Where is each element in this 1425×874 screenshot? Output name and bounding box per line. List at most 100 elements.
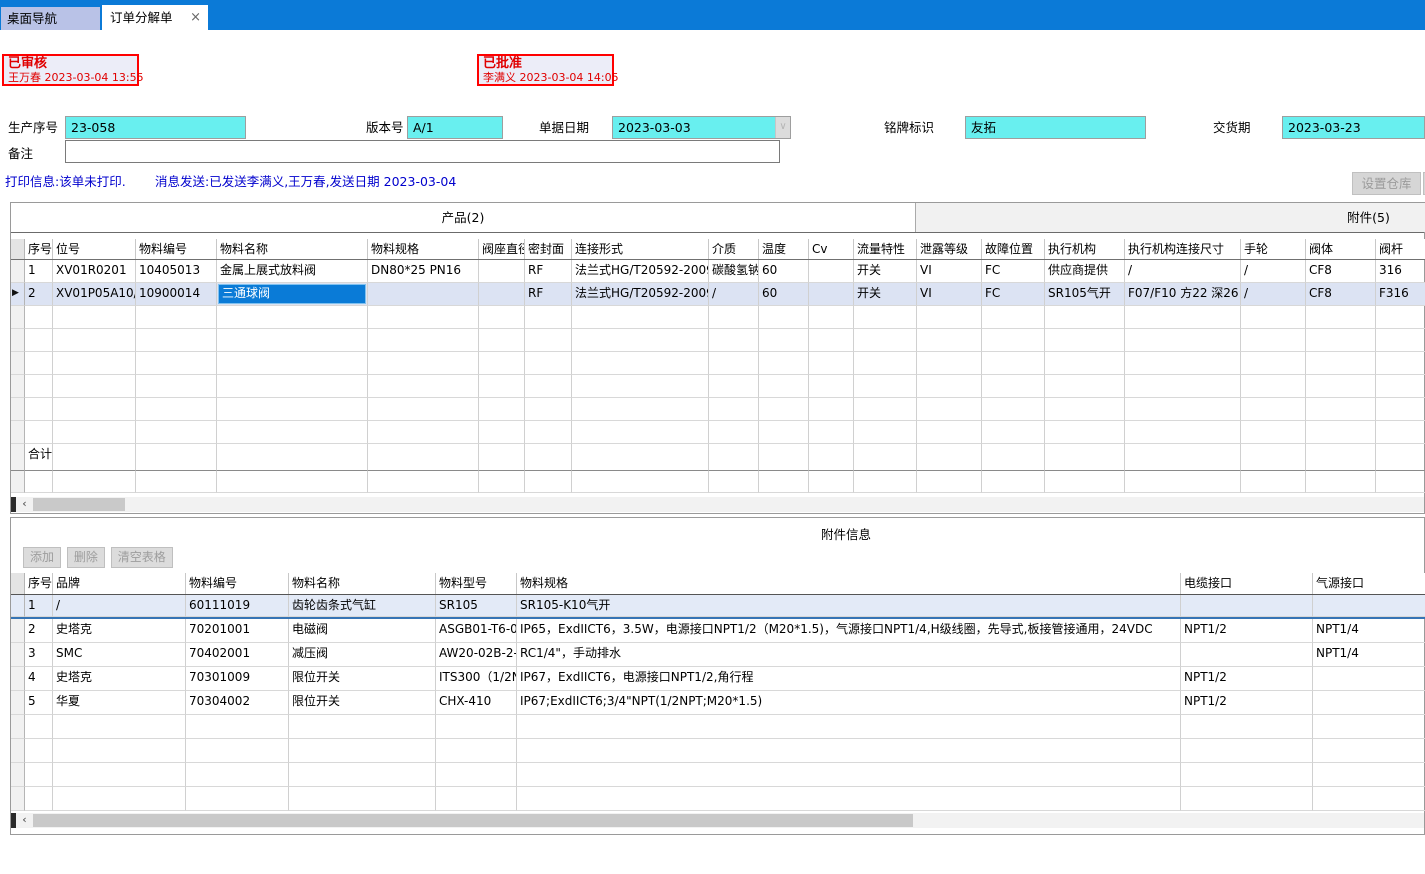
table-row[interactable]: 5华夏70304002限位开关CHX-410IP67;ExdIICT6;3/4"…	[11, 691, 1425, 715]
close-icon[interactable]: ×	[190, 5, 201, 30]
table-cell[interactable]	[1181, 595, 1313, 617]
table-cell[interactable]: 1	[25, 595, 53, 617]
scroll-left-arrow-icon[interactable]: ‹	[17, 497, 32, 512]
table-cell[interactable]: /	[709, 283, 759, 306]
table-cell[interactable]: NPT1/4	[1313, 643, 1425, 667]
column-header[interactable]: 位号	[53, 239, 136, 259]
scroll-left-arrow-icon[interactable]: ‹	[17, 813, 32, 828]
column-header[interactable]: 手轮	[1241, 239, 1306, 259]
table-row[interactable]: 3SMC70402001减压阀AW20-02B-2-ARC1/4"，手动排水NP…	[11, 643, 1425, 667]
table-cell[interactable]: 金属上展式放料阀	[217, 260, 368, 283]
table-cell[interactable]: CHX-410	[436, 691, 517, 715]
table-row[interactable]: ▶2XV01P05A10/10900014三通球阀RF法兰式HG/T20592-…	[11, 283, 1425, 306]
table-cell[interactable]: /	[53, 595, 186, 617]
table-cell[interactable]	[1181, 643, 1313, 667]
table-cell[interactable]: DN80*25 PN16	[368, 260, 479, 283]
table-cell[interactable]: 70402001	[186, 643, 289, 667]
table-cell[interactable]: F316	[1376, 283, 1425, 306]
tab-desktop-nav[interactable]: 桌面导航	[1, 7, 100, 30]
column-header[interactable]: 物料名称	[289, 573, 436, 594]
table-cell[interactable]: IP65，ExdIICT6，3.5W，电源接口NPT1/2（M20*1.5)，气…	[517, 619, 1181, 643]
tab-order-breakdown[interactable]: 订单分解单 ×	[102, 5, 208, 30]
attachment-hscrollbar[interactable]: ‹	[11, 813, 1424, 828]
clear-table-button[interactable]: 清空表格	[111, 547, 173, 568]
column-header[interactable]: 序号	[25, 573, 53, 594]
table-cell[interactable]: SMC	[53, 643, 186, 667]
table-cell[interactable]: 316	[1376, 260, 1425, 283]
add-button[interactable]: 添加	[23, 547, 61, 568]
table-row[interactable]: 1XV01R020110405013金属上展式放料阀DN80*25 PN16RF…	[11, 260, 1425, 283]
column-header[interactable]: 故障位置	[982, 239, 1045, 259]
cell-edit-box[interactable]: 三通球阀	[218, 284, 366, 304]
production-no-input[interactable]: 23-058	[65, 116, 246, 139]
column-header[interactable]: 介质	[709, 239, 759, 259]
table-cell[interactable]: 减压阀	[289, 643, 436, 667]
column-header[interactable]: 电缆接口	[1181, 573, 1313, 594]
table-cell[interactable]: FC	[982, 283, 1045, 306]
table-cell[interactable]	[479, 260, 525, 283]
tab-attachment[interactable]: 附件(5)	[916, 203, 1425, 232]
table-cell[interactable]: 史塔克	[53, 619, 186, 643]
table-row[interactable]: 4史塔克70301009限位开关ITS300（1/2NIP67，ExdIICT6…	[11, 667, 1425, 691]
table-row[interactable]: 2史塔克70201001电磁阀ASGB01-T6-0IP65，ExdIICT6，…	[11, 619, 1425, 643]
table-cell[interactable]: IP67，ExdIICT6，电源接口NPT1/2,角行程	[517, 667, 1181, 691]
table-cell[interactable]	[1313, 691, 1425, 715]
table-cell[interactable]: 齿轮齿条式气缸	[289, 595, 436, 617]
column-header[interactable]: 流量特性	[854, 239, 917, 259]
table-cell[interactable]: 60	[759, 283, 809, 306]
table-cell[interactable]: 碳酸氢钠	[709, 260, 759, 283]
table-cell[interactable]: RC1/4"，手动排水	[517, 643, 1181, 667]
table-cell[interactable]: 4	[25, 667, 53, 691]
table-row[interactable]: 1/60111019齿轮齿条式气缸SR105SR105-K10气开	[11, 595, 1425, 619]
table-cell[interactable]: 70301009	[186, 667, 289, 691]
column-header[interactable]: 序号	[25, 239, 53, 259]
table-cell[interactable]: SR105	[436, 595, 517, 617]
delete-button[interactable]: 删除	[67, 547, 105, 568]
table-cell[interactable]: SR105气开	[1045, 283, 1125, 306]
table-cell[interactable]: 5	[25, 691, 53, 715]
scroll-thumb[interactable]	[33, 498, 125, 511]
column-header[interactable]: 温度	[759, 239, 809, 259]
table-cell[interactable]: NPT1/2	[1181, 619, 1313, 643]
column-header[interactable]: 阀杆	[1376, 239, 1425, 259]
table-cell[interactable]: /	[1125, 260, 1241, 283]
table-cell[interactable]	[1313, 595, 1425, 617]
nameplate-input[interactable]: 友拓	[965, 116, 1146, 139]
table-cell[interactable]: 电磁阀	[289, 619, 436, 643]
table-cell[interactable]	[809, 260, 854, 283]
column-header[interactable]: 执行机构	[1045, 239, 1125, 259]
table-cell[interactable]: 2	[25, 283, 53, 306]
column-header[interactable]: 品牌	[53, 573, 186, 594]
doc-date-combo[interactable]: 2023-03-03 ∨	[612, 116, 791, 139]
table-cell[interactable]: XV01P05A10/	[53, 283, 136, 306]
column-header[interactable]: Cv	[809, 239, 854, 259]
chevron-down-icon[interactable]: ∨	[775, 117, 790, 138]
table-cell[interactable]: CF8	[1306, 283, 1376, 306]
table-cell[interactable]: IP67;ExdIICT6;3/4"NPT(1/2NPT;M20*1.5)	[517, 691, 1181, 715]
table-cell[interactable]: 10900014	[136, 283, 217, 306]
table-cell[interactable]: 开关	[854, 260, 917, 283]
table-cell[interactable]: 70201001	[186, 619, 289, 643]
table-cell[interactable]: AW20-02B-2-A	[436, 643, 517, 667]
table-cell[interactable]: RF	[525, 260, 572, 283]
table-cell[interactable]: ASGB01-T6-0	[436, 619, 517, 643]
table-cell[interactable]: 开关	[854, 283, 917, 306]
delivery-date-input[interactable]: 2023-03-23	[1282, 116, 1425, 139]
column-header[interactable]: 物料编号	[136, 239, 217, 259]
table-cell[interactable]: /	[1241, 283, 1306, 306]
table-cell[interactable]: 1	[25, 260, 53, 283]
scroll-thumb[interactable]	[33, 814, 913, 827]
product-hscrollbar[interactable]: ‹	[11, 497, 1424, 512]
version-input[interactable]: A/1	[407, 116, 503, 139]
table-cell[interactable]: 70304002	[186, 691, 289, 715]
table-cell[interactable]: 法兰式HG/T20592-2009	[572, 283, 709, 306]
remark-input[interactable]	[65, 140, 780, 163]
column-header[interactable]: 阀座直径	[479, 239, 525, 259]
table-cell[interactable]: 华夏	[53, 691, 186, 715]
column-header[interactable]: 密封面	[525, 239, 572, 259]
column-header[interactable]: 物料编号	[186, 573, 289, 594]
table-cell[interactable]	[1313, 667, 1425, 691]
column-header[interactable]: 物料规格	[368, 239, 479, 259]
table-cell[interactable]: VI	[917, 260, 982, 283]
column-header[interactable]: 连接形式	[572, 239, 709, 259]
